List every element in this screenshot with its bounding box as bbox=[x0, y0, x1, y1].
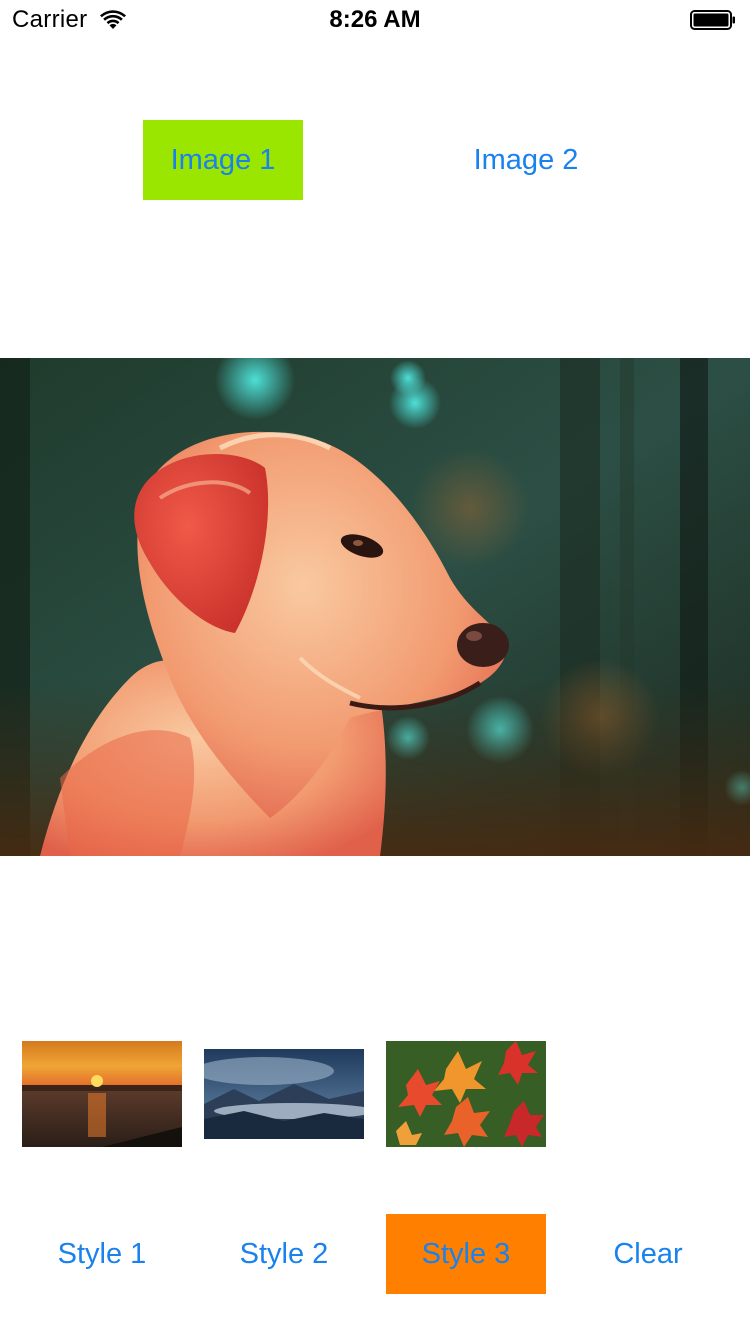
clear-button[interactable]: Clear bbox=[568, 1214, 728, 1294]
image-1-button[interactable]: Image 1 bbox=[143, 120, 303, 200]
main-image-dog bbox=[0, 358, 750, 856]
style-1-button[interactable]: Style 1 bbox=[22, 1214, 182, 1294]
battery-full-icon bbox=[690, 10, 735, 30]
thumbnail-mountains[interactable] bbox=[204, 1049, 364, 1139]
status-bar: Carrier 8:26 AM bbox=[0, 0, 750, 40]
thumbnail-sunset[interactable] bbox=[22, 1041, 182, 1147]
clock: 8:26 AM bbox=[329, 6, 421, 33]
style-2-button[interactable]: Style 2 bbox=[204, 1214, 364, 1294]
image-2-button[interactable]: Image 2 bbox=[446, 120, 606, 200]
thumbnail-leaves[interactable] bbox=[386, 1041, 546, 1147]
style-3-button[interactable]: Style 3 bbox=[386, 1214, 546, 1294]
